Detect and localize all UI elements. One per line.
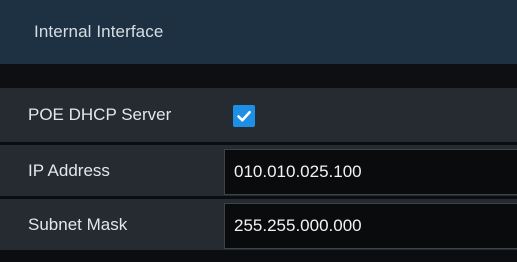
panel-header: Internal Interface <box>0 0 517 64</box>
checkmark-icon <box>237 110 251 122</box>
bottom-strip <box>0 250 517 262</box>
internal-interface-panel: Internal Interface POE DHCP Server IP Ad… <box>0 0 517 262</box>
section-divider <box>0 64 517 88</box>
poe-dhcp-server-row: POE DHCP Server <box>0 88 517 142</box>
subnet-mask-row: Subnet Mask 255.255.000.000 <box>0 199 517 250</box>
ip-address-row: IP Address 010.010.025.100 <box>0 145 517 196</box>
panel-title: Internal Interface <box>34 22 164 41</box>
subnet-mask-field[interactable]: 255.255.000.000 <box>224 203 517 249</box>
poe-dhcp-server-label: POE DHCP Server <box>28 105 172 124</box>
ip-address-field[interactable]: 010.010.025.100 <box>224 149 517 195</box>
subnet-mask-label: Subnet Mask <box>28 214 128 234</box>
ip-address-label: IP Address <box>28 160 110 180</box>
poe-dhcp-server-checkbox[interactable] <box>233 105 255 127</box>
